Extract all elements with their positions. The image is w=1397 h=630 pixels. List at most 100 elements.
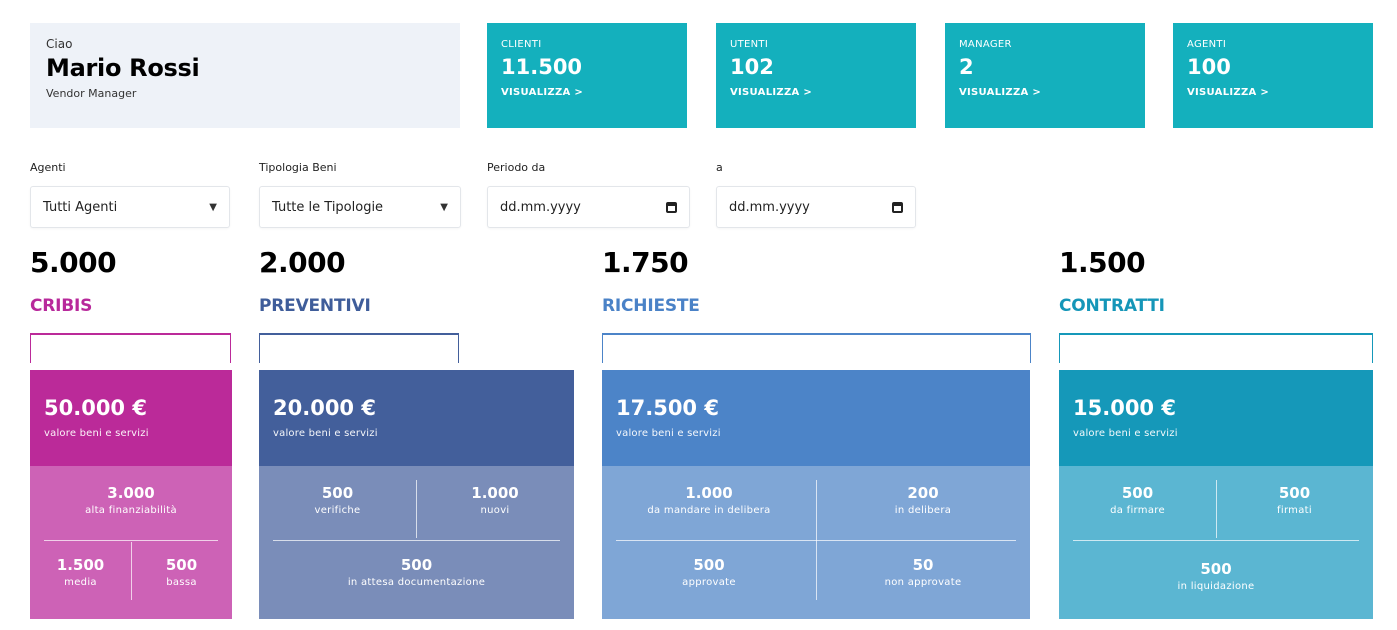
user-name: Mario Rossi bbox=[46, 54, 200, 82]
stat-label: AGENTI bbox=[1187, 39, 1227, 50]
contratti-da-firmare-value: 500 bbox=[1121, 484, 1154, 502]
preventivi-panel-header: 20.000 € valore beni e servizi bbox=[259, 370, 574, 466]
divider bbox=[1073, 540, 1359, 541]
visualizza-manager-link[interactable]: VISUALIZZA > bbox=[959, 87, 1131, 98]
contratti-panel: 15.000 € valore beni e servizi 500 da fi… bbox=[1059, 370, 1373, 619]
contratti-firmati: 500 firmati bbox=[1216, 484, 1373, 516]
contratti-firmati-value: 500 bbox=[1278, 484, 1311, 502]
contratti-amount: 15.000 € bbox=[1073, 396, 1176, 420]
richieste-in-delibera-label: in delibera bbox=[894, 505, 952, 516]
richieste-approvate: 500 approvate bbox=[602, 556, 816, 588]
tipologia-select[interactable]: Tutte le Tipologie ▼ bbox=[259, 186, 461, 228]
richieste-da-mandare-label: da mandare in delibera bbox=[647, 505, 771, 516]
chevron-down-icon: ▼ bbox=[209, 201, 217, 213]
contratti-breakdown: 500 da firmare 500 firmati 500 in liquid… bbox=[1059, 466, 1373, 619]
cribis-bassa: 500 bassa bbox=[131, 556, 232, 588]
preventivi-attesa-value: 500 bbox=[400, 556, 433, 574]
stat-value: 2 bbox=[959, 55, 974, 79]
richieste-approvate-label: approvate bbox=[682, 577, 736, 588]
richieste-panel-header: 17.500 € valore beni e servizi bbox=[602, 370, 1030, 466]
agenti-filter-label: Agenti bbox=[30, 161, 66, 174]
greeting: Ciao bbox=[46, 37, 73, 51]
periodo-a-date-input[interactable]: dd.mm.yyyy bbox=[716, 186, 916, 228]
preventivi-attesa-label: in attesa documentazione bbox=[347, 577, 486, 588]
preventivi-panel: 20.000 € valore beni e servizi 500 verif… bbox=[259, 370, 574, 619]
preventivi-bar bbox=[259, 333, 459, 363]
contratti-liquidazione: 500 in liquidazione bbox=[1059, 560, 1373, 592]
preventivi-verifiche-value: 500 bbox=[321, 484, 354, 502]
cribis-media-label: media bbox=[64, 577, 97, 588]
contratti-title: CONTRATTI bbox=[1059, 296, 1165, 316]
cribis-bassa-value: 500 bbox=[165, 556, 198, 574]
preventivi-amount: 20.000 € bbox=[273, 396, 376, 420]
cribis-amount-label: valore beni e servizi bbox=[44, 428, 149, 439]
cribis-panel-header: 50.000 € valore beni e servizi bbox=[30, 370, 232, 466]
contratti-count: 1.500 bbox=[1059, 246, 1146, 279]
preventivi-amount-label: valore beni e servizi bbox=[273, 428, 378, 439]
contratti-liquidazione-label: in liquidazione bbox=[1177, 581, 1255, 592]
preventivi-nuovi-value: 1.000 bbox=[471, 484, 519, 502]
richieste-in-delibera: 200 in delibera bbox=[816, 484, 1030, 516]
tipologia-select-value: Tutte le Tipologie bbox=[272, 199, 384, 215]
stat-label: UTENTI bbox=[730, 39, 769, 50]
stat-label: CLIENTI bbox=[501, 39, 542, 50]
contratti-firmati-label: firmati bbox=[1277, 505, 1312, 516]
stat-card-manager: MANAGER 2 VISUALIZZA > bbox=[945, 23, 1145, 128]
richieste-non-approvate-value: 50 bbox=[912, 556, 934, 574]
periodo-da-date-input[interactable]: dd.mm.yyyy bbox=[487, 186, 690, 228]
user-role: Vendor Manager bbox=[46, 87, 137, 100]
richieste-non-approvate-label: non approvate bbox=[884, 577, 962, 588]
visualizza-utenti-link[interactable]: VISUALIZZA > bbox=[730, 87, 902, 98]
stat-label: MANAGER bbox=[959, 39, 1012, 50]
cribis-bassa-label: bassa bbox=[166, 577, 197, 588]
richieste-amount: 17.500 € bbox=[616, 396, 719, 420]
richieste-non-approvate: 50 non approvate bbox=[816, 556, 1030, 588]
preventivi-verifiche: 500 verifiche bbox=[259, 484, 416, 516]
agenti-select[interactable]: Tutti Agenti ▼ bbox=[30, 186, 230, 228]
cribis-count: 5.000 bbox=[30, 246, 117, 279]
stat-value: 11.500 bbox=[501, 55, 583, 79]
stat-value: 102 bbox=[730, 55, 774, 79]
richieste-breakdown: 1.000 da mandare in delibera 200 in deli… bbox=[602, 466, 1030, 619]
periodo-a-value: dd.mm.yyyy bbox=[729, 199, 810, 215]
cribis-panel: 50.000 € valore beni e servizi 3.000 alt… bbox=[30, 370, 232, 619]
cribis-alta-label: alta finanziabilità bbox=[85, 505, 177, 516]
cribis-breakdown: 3.000 alta finanziabilità 1.500 media 50… bbox=[30, 466, 232, 619]
richieste-title: RICHIESTE bbox=[602, 296, 700, 316]
preventivi-title: PREVENTIVI bbox=[259, 296, 371, 316]
richieste-bar bbox=[602, 333, 1031, 363]
cribis-media: 1.500 media bbox=[30, 556, 131, 588]
preventivi-verifiche-label: verifiche bbox=[314, 505, 361, 516]
richieste-da-mandare-value: 1.000 bbox=[685, 484, 733, 502]
contratti-da-firmare: 500 da firmare bbox=[1059, 484, 1216, 516]
richieste-panel: 17.500 € valore beni e servizi 1.000 da … bbox=[602, 370, 1030, 619]
visualizza-clienti-link[interactable]: VISUALIZZA > bbox=[501, 87, 673, 98]
periodo-da-value: dd.mm.yyyy bbox=[500, 199, 581, 215]
preventivi-nuovi: 1.000 nuovi bbox=[416, 484, 574, 516]
richieste-approvate-value: 500 bbox=[693, 556, 725, 574]
preventivi-nuovi-label: nuovi bbox=[480, 505, 510, 516]
divider bbox=[616, 540, 1016, 541]
cribis-alta-value: 3.000 bbox=[107, 484, 155, 502]
stat-card-utenti: UTENTI 102 VISUALIZZA > bbox=[716, 23, 916, 128]
contratti-panel-header: 15.000 € valore beni e servizi bbox=[1059, 370, 1373, 466]
preventivi-breakdown: 500 verifiche 1.000 nuovi 500 in attesa … bbox=[259, 466, 574, 619]
contratti-amount-label: valore beni e servizi bbox=[1073, 428, 1178, 439]
contratti-bar bbox=[1059, 333, 1373, 363]
cribis-amount: 50.000 € bbox=[44, 396, 147, 420]
richieste-count: 1.750 bbox=[602, 246, 689, 279]
contratti-da-firmare-label: da firmare bbox=[1110, 505, 1165, 516]
richieste-da-mandare: 1.000 da mandare in delibera bbox=[602, 484, 816, 516]
calendar-icon[interactable] bbox=[892, 201, 903, 213]
richieste-in-delibera-value: 200 bbox=[907, 484, 939, 502]
periodo-da-label: Periodo da bbox=[487, 161, 546, 174]
welcome-card: Ciao Mario Rossi Vendor Manager bbox=[30, 23, 460, 128]
stat-card-clienti: CLIENTI 11.500 VISUALIZZA > bbox=[487, 23, 687, 128]
divider bbox=[273, 540, 560, 541]
calendar-icon[interactable] bbox=[666, 201, 677, 213]
visualizza-agenti-link[interactable]: VISUALIZZA > bbox=[1187, 87, 1359, 98]
preventivi-attesa: 500 in attesa documentazione bbox=[259, 556, 574, 588]
cribis-alta: 3.000 alta finanziabilità bbox=[30, 484, 232, 516]
cribis-title: CRIBIS bbox=[30, 296, 93, 316]
stat-value: 100 bbox=[1187, 55, 1231, 79]
